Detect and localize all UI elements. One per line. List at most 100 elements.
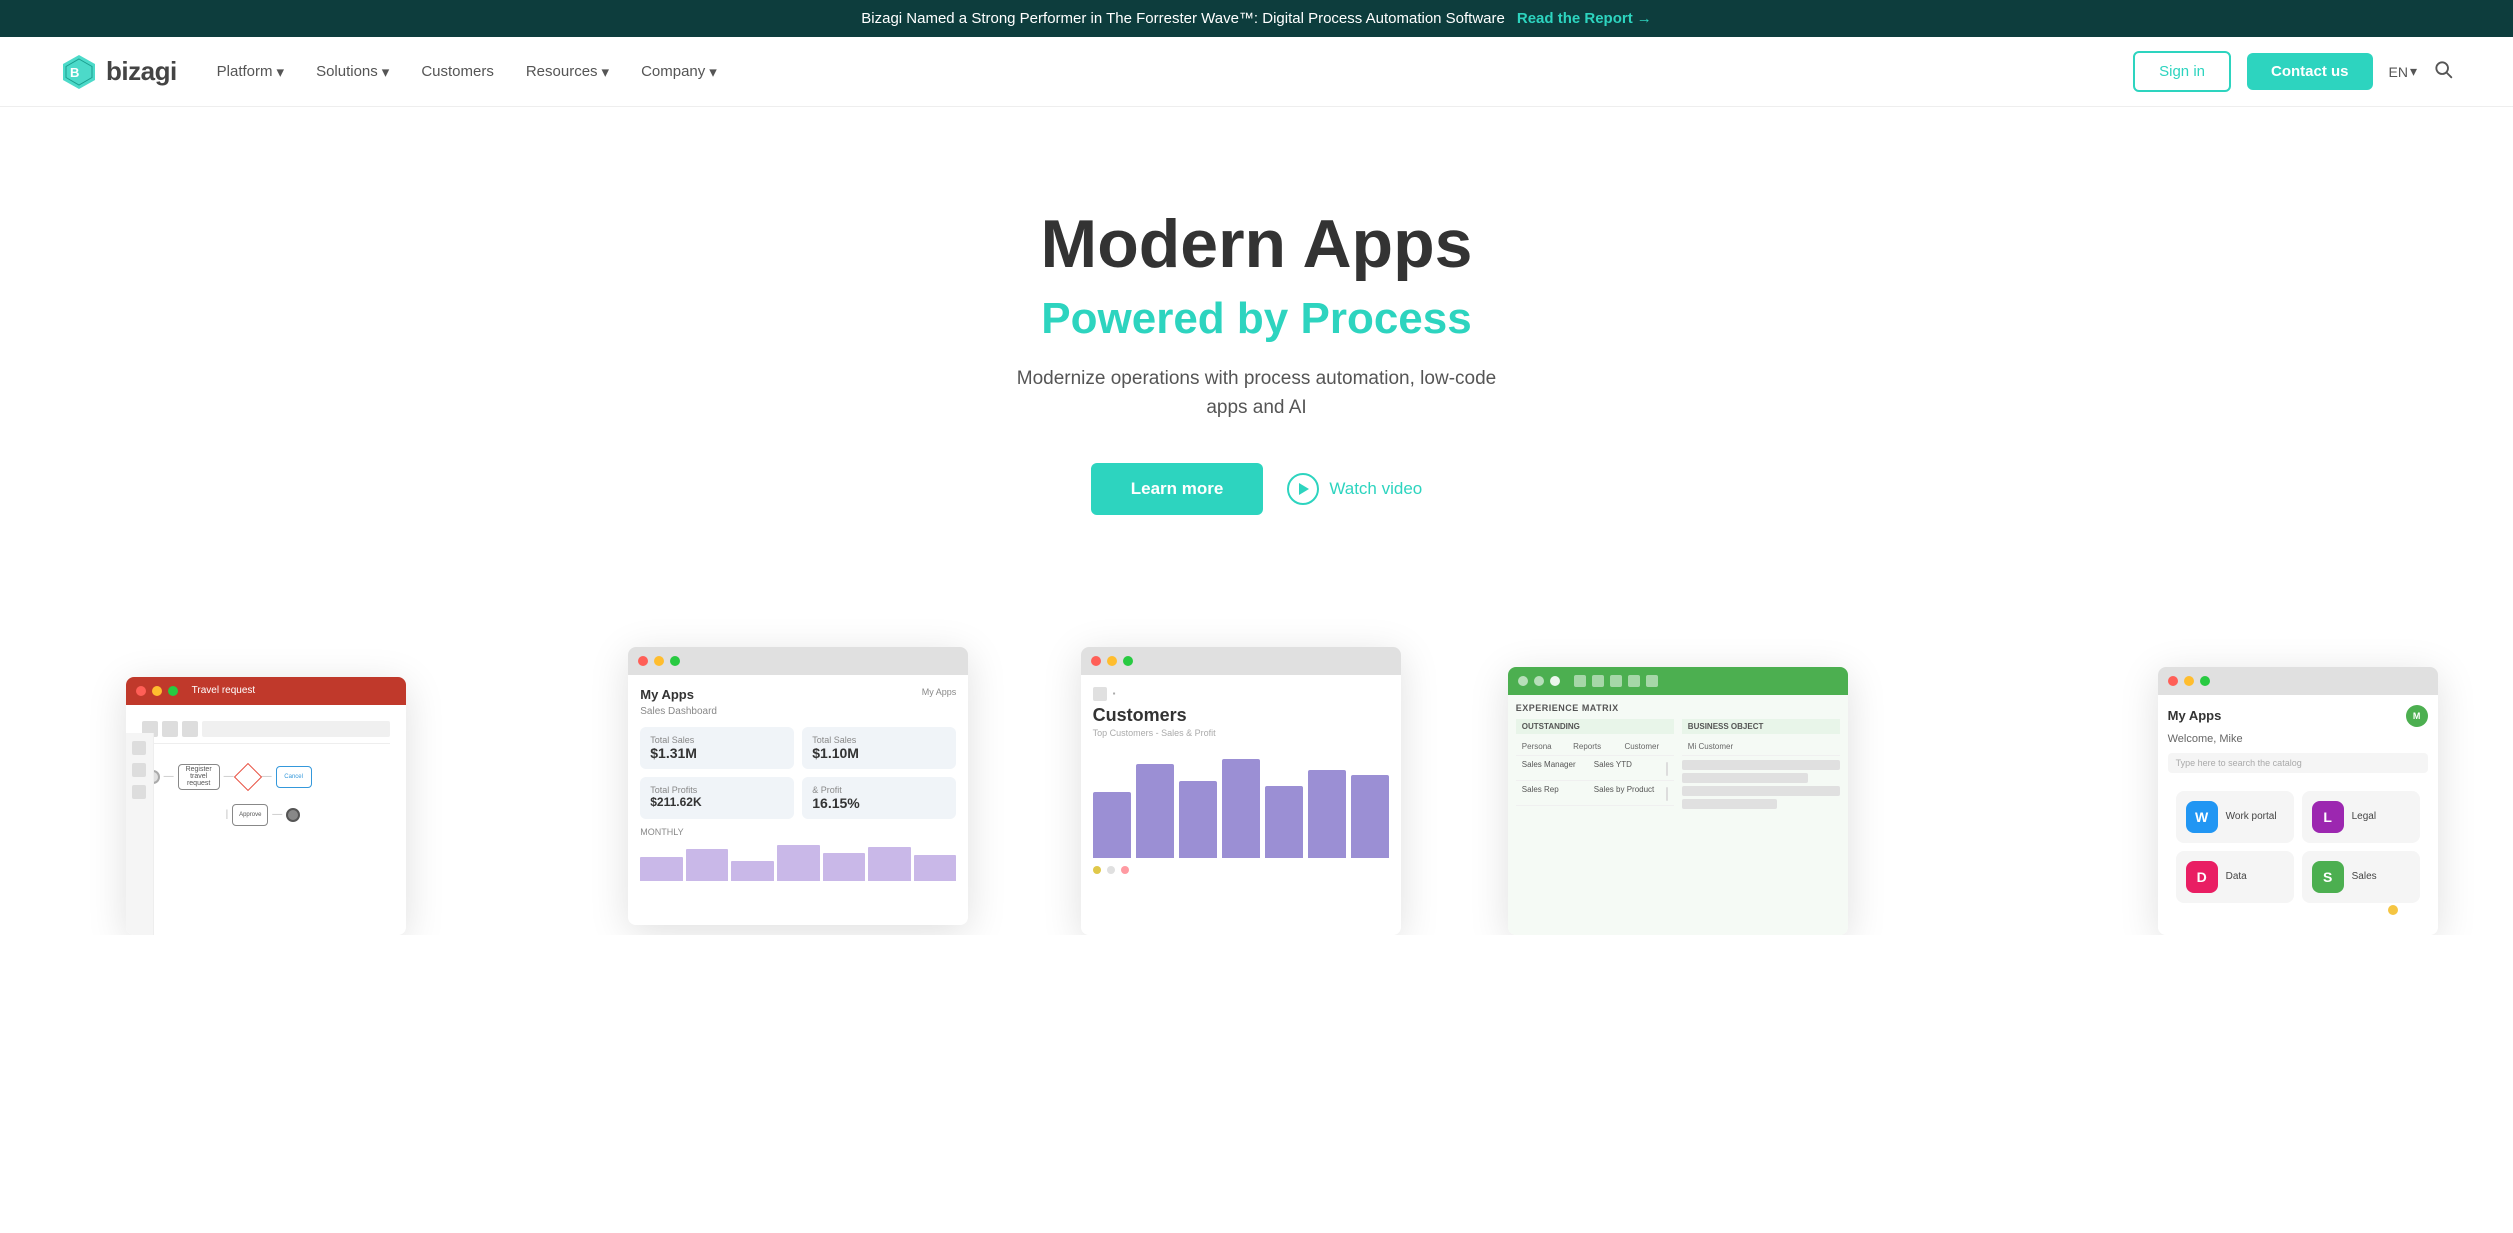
flow-gateway xyxy=(233,763,261,791)
end-node xyxy=(286,808,300,822)
nav-resources[interactable]: Resources ▾ xyxy=(526,63,609,81)
nav-solutions[interactable]: Solutions ▾ xyxy=(316,63,389,81)
dot-yellow xyxy=(1107,656,1117,666)
matrix-row: Mi Customer xyxy=(1682,738,1840,756)
play-icon xyxy=(1287,473,1319,505)
dot-red xyxy=(136,686,146,696)
myapps-right-window: My Apps M Welcome, Mike Type here to sea… xyxy=(2158,667,2438,935)
stat-card: Total Sales $1.31M xyxy=(640,727,794,769)
dot-yellow xyxy=(2184,676,2194,686)
hero-section: Modern Apps Powered by Process Modernize… xyxy=(0,107,2513,575)
chevron-down-icon: ▾ xyxy=(2410,63,2417,80)
logo-icon: B xyxy=(60,53,98,91)
dot-green xyxy=(2200,676,2210,686)
hero-title: Modern Apps xyxy=(20,207,2493,282)
myapps-titlebar xyxy=(628,647,968,675)
app-icon-legal: L xyxy=(2312,801,2344,833)
dot-1 xyxy=(1518,676,1528,686)
customers-window: ▪ Customers Top Customers - Sales & Prof… xyxy=(1081,647,1401,935)
hero-subtitle: Powered by Process xyxy=(20,294,2493,344)
experience-titlebar xyxy=(1508,667,1848,695)
header: B bizagi Platform ▾ Solutions ▾ Customer… xyxy=(0,37,2513,107)
customers-title: Customers xyxy=(1093,705,1389,726)
app-card: L Legal xyxy=(2302,791,2420,843)
process-titlebar: Travel request xyxy=(126,677,406,705)
dot-green xyxy=(670,656,680,666)
flow-task-2: Cancel xyxy=(276,766,312,788)
myapps-right-body: My Apps M Welcome, Mike Type here to sea… xyxy=(2158,695,2438,935)
learn-more-button[interactable]: Learn more xyxy=(1091,463,1264,515)
experience-layout: OUTSTANDING Persona Reports Customer Sal… xyxy=(1516,719,1840,809)
nav-customers[interactable]: Customers xyxy=(421,63,494,80)
pagination-dots xyxy=(1093,866,1389,874)
myapps-window: My Apps Sales Dashboard My Apps Total Sa… xyxy=(628,647,968,925)
banner-text: Bizagi Named a Strong Performer in The F… xyxy=(861,10,1505,27)
dot-3 xyxy=(1550,676,1560,686)
process-body: — Register travel request — — Cancel | A… xyxy=(126,705,406,935)
watch-video-button[interactable]: Watch video xyxy=(1287,473,1422,505)
customers-icon xyxy=(1093,687,1107,701)
svg-text:B: B xyxy=(70,65,79,80)
stat-card: Total Sales $1.10M xyxy=(802,727,956,769)
app-icon-work: W xyxy=(2186,801,2218,833)
toolbar-icon xyxy=(182,721,198,737)
nav-company[interactable]: Company ▾ xyxy=(641,63,717,81)
app-grid: W Work portal L Legal D Data S Sales xyxy=(2168,783,2428,911)
avatar: M xyxy=(2406,705,2428,727)
customers-chart xyxy=(1093,748,1389,858)
dot-red xyxy=(1091,656,1101,666)
hero-description: Modernize operations with process automa… xyxy=(997,364,1517,423)
nav-platform[interactable]: Platform ▾ xyxy=(217,63,284,81)
stat-card: & Profit 16.15% xyxy=(802,777,956,819)
dot-yellow xyxy=(654,656,664,666)
language-selector[interactable]: EN ▾ xyxy=(2389,63,2417,80)
dot-green xyxy=(168,686,178,696)
stats-row-2: Total Profits $211.62K & Profit 16.15% xyxy=(640,777,956,819)
chevron-down-icon: ▾ xyxy=(382,63,390,81)
process-flow-2: | Approve — xyxy=(222,800,390,830)
experience-body: EXPERIENCE MATRIX OUTSTANDING Persona Re… xyxy=(1508,695,1848,935)
logo-text: bizagi xyxy=(106,56,177,87)
screenshots-section: Travel request — Register travel request… xyxy=(0,595,2513,935)
search-bar: Type here to search the catalog xyxy=(2168,753,2428,773)
monthly-label: MONTHLY xyxy=(640,827,956,837)
nav: Platform ▾ Solutions ▾ Customers Resourc… xyxy=(217,63,2093,81)
hero-buttons: Learn more Watch video xyxy=(20,463,2493,515)
experience-matrix-window: EXPERIENCE MATRIX OUTSTANDING Persona Re… xyxy=(1508,667,1848,935)
stat-card: Total Profits $211.62K xyxy=(640,777,794,819)
dot-red xyxy=(638,656,648,666)
customers-body: ▪ Customers Top Customers - Sales & Prof… xyxy=(1081,675,1401,935)
experience-right: BUSINESS OBJECT Mi Customer xyxy=(1682,719,1840,809)
read-report-link[interactable]: Read the Report → xyxy=(1517,10,1652,27)
logo[interactable]: B bizagi xyxy=(60,53,177,91)
matrix-row: Sales Manager Sales YTD xyxy=(1516,756,1674,781)
experience-left: OUTSTANDING Persona Reports Customer Sal… xyxy=(1516,719,1674,809)
chevron-down-icon: ▾ xyxy=(709,63,717,81)
search-icon[interactable] xyxy=(2433,59,2453,84)
customers-titlebar xyxy=(1081,647,1401,675)
process-sidebar xyxy=(126,733,154,935)
favorite-dot xyxy=(2388,905,2398,915)
customers-subtitle: Top Customers - Sales & Profit xyxy=(1093,728,1389,738)
myapps-right-title: My Apps xyxy=(2168,708,2222,723)
dot-green xyxy=(1123,656,1133,666)
matrix-row: Persona Reports Customer xyxy=(1516,738,1674,756)
chevron-down-icon: ▾ xyxy=(602,63,610,81)
stats-row-1: Total Sales $1.31M Total Sales $1.10M xyxy=(640,727,956,769)
toolbar-bar xyxy=(202,721,390,737)
chevron-down-icon: ▾ xyxy=(277,63,285,81)
process-title: Travel request xyxy=(192,685,256,696)
sign-in-button[interactable]: Sign in xyxy=(2133,51,2231,92)
app-card: S Sales xyxy=(2302,851,2420,903)
myapps-body: My Apps Sales Dashboard My Apps Total Sa… xyxy=(628,675,968,925)
toolbar-icon xyxy=(162,721,178,737)
screenshots-inner: Travel request — Register travel request… xyxy=(0,595,2513,935)
matrix-row: Sales Rep Sales by Product xyxy=(1516,781,1674,806)
dot-red xyxy=(2168,676,2178,686)
app-icon-data: D xyxy=(2186,861,2218,893)
myapps-subtitle: Sales Dashboard xyxy=(640,706,717,717)
process-designer-window: Travel request — Register travel request… xyxy=(126,677,406,935)
process-flow: — Register travel request — — Cancel xyxy=(142,754,390,800)
contact-button[interactable]: Contact us xyxy=(2247,53,2373,90)
app-card: W Work portal xyxy=(2176,791,2294,843)
